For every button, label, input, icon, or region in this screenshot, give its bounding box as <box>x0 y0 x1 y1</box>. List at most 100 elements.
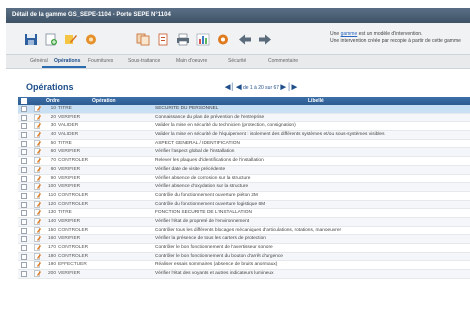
row-label: Vérifier la présence de tous les carters… <box>155 236 266 242</box>
edit-icon[interactable] <box>34 200 41 208</box>
next-page-icon[interactable]: ▶ <box>280 84 285 91</box>
row-checkbox[interactable] <box>21 140 27 147</box>
table-row[interactable]: 10 TITRE SECURITE DU PERSONNEL <box>18 105 470 114</box>
tab-commentaire[interactable]: Commentaire <box>268 58 298 64</box>
row-label: Contrôler le bon fonctionnement de l'ave… <box>155 245 273 250</box>
edit-icon[interactable] <box>34 209 41 216</box>
table-row[interactable]: 40 VALIDER Valider la mise en sécurité de … <box>18 131 470 140</box>
table-row[interactable]: 130 TITRE FONCTION SECURITE DE L'INSTALLAT… <box>18 209 470 218</box>
table-row[interactable]: 120 CONTROLER Contrôle du fonctionnement o… <box>18 200 470 210</box>
row-checkbox[interactable] <box>21 227 27 234</box>
edit-icon[interactable] <box>34 122 41 130</box>
edit-icon[interactable] <box>34 140 41 147</box>
select-all-checkbox[interactable] <box>21 98 27 104</box>
row-checkbox[interactable] <box>21 114 27 121</box>
table-row[interactable]: 60 VERIFIER Vérifier l'aspect global de l'… <box>18 148 470 158</box>
row-checkbox[interactable] <box>21 184 27 191</box>
table-row[interactable]: 80 VERIFIER Vérifier date de visite précéd… <box>18 165 470 175</box>
gamme-link[interactable]: gamme <box>341 31 358 37</box>
row-checkbox[interactable] <box>21 123 27 130</box>
row-operation: CONTROLER <box>58 253 89 259</box>
edit-icon[interactable] <box>34 131 41 138</box>
table-row[interactable]: 110 CONTROLER Contrôle du fonctionnement o… <box>18 192 470 201</box>
table-row[interactable]: 100 VERIFIER Vérifier absence d'oxydation … <box>18 183 470 192</box>
table-row[interactable]: 140 VERIFIER Vérifier l'état de propreté d… <box>18 217 470 227</box>
edit-icon[interactable] <box>34 261 41 269</box>
tab-sous-traitance[interactable]: Sous-traitance <box>128 58 160 64</box>
first-page-icon[interactable]: ◀│ <box>225 84 235 91</box>
table-row[interactable]: 30 VALIDER Valider la mise en sécurité du … <box>18 122 470 132</box>
last-page-icon[interactable]: │▶ <box>287 84 297 91</box>
row-operation: TITRE <box>58 210 72 216</box>
row-label: Contrôler le bon fonctionnement du bouto… <box>155 253 283 259</box>
col-label[interactable]: Libellé <box>308 97 324 105</box>
tab-main-oeuvre[interactable]: Main d'oeuvre <box>176 58 207 64</box>
edit-icon[interactable] <box>34 218 41 225</box>
row-checkbox[interactable] <box>21 262 27 269</box>
edit-icon[interactable] <box>34 113 41 121</box>
table-row[interactable]: 160 VERIFIER Vérifier la présence de tous … <box>18 235 470 244</box>
edit-icon[interactable] <box>64 33 78 46</box>
row-label: Contrôler tous les différents blocages m… <box>155 227 342 233</box>
document-icon[interactable] <box>156 33 170 46</box>
tab-general[interactable]: Général <box>30 58 48 64</box>
row-checkbox[interactable] <box>21 132 27 139</box>
tab-operations[interactable]: Opérations <box>54 58 80 64</box>
table-row[interactable]: 180 CONTROLER Contrôler le bon fonctionnem… <box>18 252 470 262</box>
table-row[interactable]: 200 VERIFIER Vérifier l'état des voyants e… <box>18 270 470 279</box>
copy-icon[interactable] <box>136 33 150 46</box>
row-label: Valider la mise en sécurité de l'équipem… <box>155 132 385 138</box>
tab-securite[interactable]: Sécurité <box>228 58 246 64</box>
edit-icon[interactable] <box>34 252 41 260</box>
row-operation: EFFECTUER <box>58 262 87 268</box>
row-checkbox[interactable] <box>21 166 27 173</box>
table-row[interactable]: 70 CONTROLER Relever les plaques d'identif… <box>18 157 470 166</box>
table-row[interactable]: 90 VERIFIER Vérifier absence de corrosion … <box>18 174 470 184</box>
edit-icon[interactable] <box>34 174 41 182</box>
chart-icon[interactable] <box>196 33 210 46</box>
row-operation: VERIFIER <box>58 175 81 181</box>
gear-icon[interactable] <box>216 33 230 46</box>
table-row[interactable]: 50 TITRE ASPECT GENERAL / IDENTIFICATION <box>18 140 470 149</box>
edit-icon[interactable] <box>34 270 41 277</box>
edit-icon[interactable] <box>34 192 41 199</box>
row-checkbox[interactable] <box>21 236 27 243</box>
col-order[interactable]: Ordre <box>46 97 60 105</box>
row-checkbox[interactable] <box>21 201 27 208</box>
row-checkbox[interactable] <box>21 149 27 156</box>
edit-icon[interactable] <box>34 148 41 156</box>
col-operation[interactable]: Opération <box>92 97 116 105</box>
row-checkbox[interactable] <box>21 245 27 251</box>
table-row[interactable]: 190 EFFECTUER Réaliser essais sommaires (a… <box>18 261 470 271</box>
table-row[interactable]: 150 CONTROLER Contrôler tous les différent… <box>18 226 470 236</box>
settings-icon[interactable] <box>84 33 98 46</box>
row-operation: VERIFIER <box>58 184 81 190</box>
edit-icon[interactable] <box>34 244 41 251</box>
table-row[interactable]: 20 VERIFIER Connaissance du plan de préven… <box>18 113 470 123</box>
arrow-right-icon[interactable] <box>258 33 272 46</box>
row-checkbox[interactable] <box>21 106 27 112</box>
row-checkbox[interactable] <box>21 158 27 165</box>
row-order: 160 <box>47 236 56 242</box>
print-icon[interactable] <box>176 33 190 46</box>
edit-icon[interactable] <box>34 235 41 243</box>
row-checkbox[interactable] <box>21 218 27 225</box>
row-checkbox[interactable] <box>21 271 27 278</box>
row-operation: VERIFIER <box>58 149 81 155</box>
edit-icon[interactable] <box>34 183 41 190</box>
row-checkbox[interactable] <box>21 175 27 182</box>
edit-icon[interactable] <box>34 166 41 173</box>
new-document-icon[interactable] <box>44 33 58 46</box>
row-checkbox[interactable] <box>21 210 27 217</box>
prev-page-icon[interactable]: ◀ <box>236 84 241 91</box>
edit-icon[interactable] <box>34 157 41 164</box>
save-icon[interactable] <box>24 33 38 46</box>
row-checkbox[interactable] <box>21 192 27 199</box>
row-order: 30 <box>50 123 56 129</box>
edit-icon[interactable] <box>34 226 41 234</box>
table-row[interactable]: 170 CONTROLER Contrôler le bon fonctionnem… <box>18 244 470 253</box>
arrow-left-icon[interactable] <box>238 33 252 46</box>
edit-icon[interactable] <box>34 105 41 112</box>
row-checkbox[interactable] <box>21 253 27 260</box>
tab-fournitures[interactable]: Fournitures <box>88 58 113 64</box>
